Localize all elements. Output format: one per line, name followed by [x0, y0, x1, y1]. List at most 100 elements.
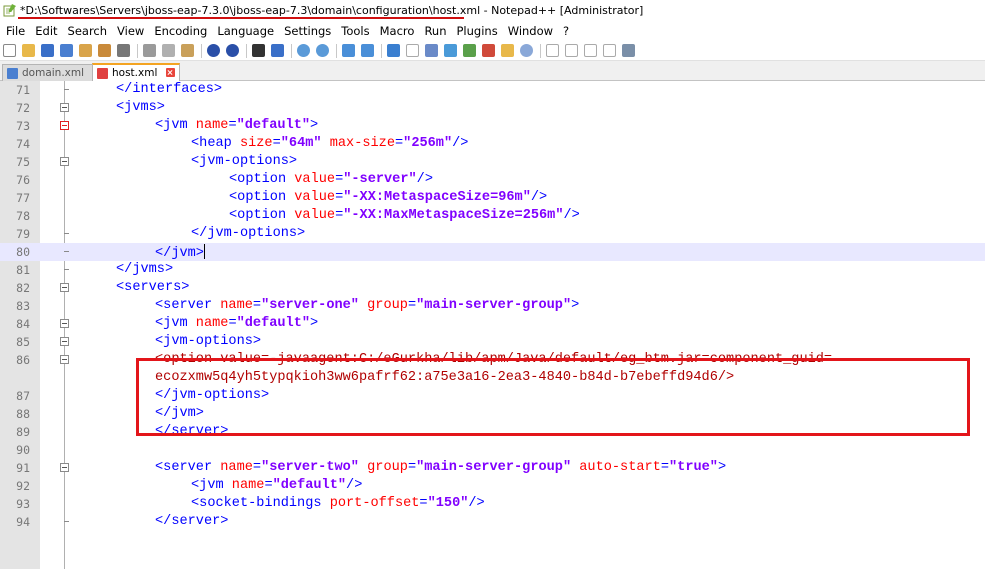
redo-icon[interactable] — [226, 44, 239, 57]
tab-label: host.xml — [112, 67, 158, 79]
code-text: <option value="-XX:MetaspaceSize=96m"/> — [229, 190, 548, 205]
find-icon[interactable] — [252, 44, 265, 57]
line-number: 72 — [16, 101, 30, 115]
line-number: 91 — [16, 461, 30, 475]
file-saved-icon — [7, 68, 18, 79]
menu-language[interactable]: Language — [217, 24, 274, 38]
show-all-chars-icon[interactable] — [406, 44, 419, 57]
code-editor[interactable]: 71 </interfaces> 72 <jvms> 73 <jvm name=… — [0, 81, 985, 569]
menu-window[interactable]: Window — [508, 24, 553, 38]
paste-icon[interactable] — [181, 44, 194, 57]
line-number: 94 — [16, 515, 30, 529]
sync-horizontal-icon[interactable] — [361, 44, 374, 57]
menu-view[interactable]: View — [117, 24, 144, 38]
menu-settings[interactable]: Settings — [284, 24, 331, 38]
undo-icon[interactable] — [207, 44, 220, 57]
line-number: 88 — [16, 407, 30, 421]
code-line: 77 <option value="-XX:MetaspaceSize=96m"… — [0, 189, 985, 207]
code-text: <jvms> — [116, 100, 165, 115]
line-number: 87 — [16, 389, 30, 403]
function-list-icon[interactable] — [482, 44, 495, 57]
line-number: 78 — [16, 209, 30, 223]
new-file-icon[interactable] — [3, 44, 16, 57]
menu-search[interactable]: Search — [68, 24, 108, 38]
code-line: 90 — [0, 441, 985, 459]
tab-domain-xml[interactable]: domain.xml — [2, 64, 107, 81]
play-macro-icon[interactable] — [584, 44, 597, 57]
menu-macro[interactable]: Macro — [380, 24, 415, 38]
menu-bar: File Edit Search View Encoding Language … — [0, 21, 985, 40]
toolbar-separator — [291, 43, 292, 58]
line-number: 90 — [16, 443, 30, 457]
tab-host-xml[interactable]: host.xml — [92, 63, 180, 81]
line-number: 75 — [16, 155, 30, 169]
fold-toggle-icon[interactable] — [60, 337, 69, 346]
code-text: <option value="-server"/> — [229, 172, 433, 187]
code-text: <jvm-options> — [191, 154, 298, 169]
fold-end-marker — [64, 89, 69, 90]
folder-as-workspace-icon[interactable] — [501, 44, 514, 57]
stop-macro-icon[interactable] — [565, 44, 578, 57]
udl-icon[interactable] — [444, 44, 457, 57]
print-icon[interactable] — [117, 44, 130, 57]
monitoring-icon[interactable] — [520, 44, 533, 57]
fold-end-marker — [64, 269, 69, 270]
close-tab-icon[interactable] — [165, 68, 175, 77]
line-number: 74 — [16, 137, 30, 151]
fold-toggle-icon[interactable] — [60, 319, 69, 328]
tab-label: domain.xml — [22, 67, 85, 79]
code-text: <jvm-options> — [155, 334, 262, 349]
file-modified-icon — [97, 68, 108, 79]
title-bar: *D:\Softwares\Servers\jboss-eap-7.3.0\jb… — [0, 0, 985, 21]
cut-icon[interactable] — [143, 44, 156, 57]
line-number: 93 — [16, 497, 30, 511]
zoom-in-icon[interactable] — [297, 44, 310, 57]
save-macro-icon[interactable] — [622, 44, 635, 57]
line-number: 77 — [16, 191, 30, 205]
word-wrap-icon[interactable] — [387, 44, 400, 57]
menu-tools[interactable]: Tools — [341, 24, 369, 38]
menu-plugins[interactable]: Plugins — [457, 24, 498, 38]
line-number: 83 — [16, 299, 30, 313]
toolbar — [0, 41, 985, 61]
fold-toggle-icon[interactable] — [60, 463, 69, 472]
line-number: 80 — [16, 245, 30, 259]
zoom-out-icon[interactable] — [316, 44, 329, 57]
annotation-highlight-box — [136, 358, 970, 436]
menu-encoding[interactable]: Encoding — [154, 24, 207, 38]
fold-end-marker — [64, 251, 69, 252]
menu-help[interactable]: ? — [563, 24, 569, 38]
record-macro-icon[interactable] — [546, 44, 559, 57]
toolbar-separator — [381, 43, 382, 58]
menu-file[interactable]: File — [6, 24, 25, 38]
fold-toggle-icon[interactable] — [60, 157, 69, 166]
code-line: 76 <option value="-server"/> — [0, 171, 985, 189]
text-caret — [203, 244, 205, 259]
code-text: </server> — [155, 514, 229, 529]
close-file-icon[interactable] — [79, 44, 92, 57]
code-line: 78 <option value="-XX:MaxMetaspaceSize=2… — [0, 207, 985, 225]
line-number: 92 — [16, 479, 30, 493]
current-code-line: 80 </jvm> — [0, 243, 985, 261]
run-macro-multiple-icon[interactable] — [603, 44, 616, 57]
replace-icon[interactable] — [271, 44, 284, 57]
open-file-icon[interactable] — [22, 44, 35, 57]
save-all-icon[interactable] — [60, 44, 73, 57]
toolbar-separator — [336, 43, 337, 58]
fold-toggle-icon[interactable] — [60, 121, 69, 130]
document-map-icon[interactable] — [463, 44, 476, 57]
menu-edit[interactable]: Edit — [35, 24, 57, 38]
code-line: 91 <server name="server-two" group="main… — [0, 459, 985, 477]
close-all-icon[interactable] — [98, 44, 111, 57]
save-icon[interactable] — [41, 44, 54, 57]
indent-guide-icon[interactable] — [425, 44, 438, 57]
code-text: <heap size="64m" max-size="256m"/> — [191, 136, 469, 151]
fold-toggle-icon[interactable] — [60, 283, 69, 292]
code-text: <server name="server-two" group="main-se… — [155, 460, 727, 475]
code-line: 73 <jvm name="default"> — [0, 117, 985, 135]
copy-icon[interactable] — [162, 44, 175, 57]
fold-toggle-icon[interactable] — [60, 355, 69, 364]
fold-toggle-icon[interactable] — [60, 103, 69, 112]
menu-run[interactable]: Run — [424, 24, 446, 38]
sync-vertical-icon[interactable] — [342, 44, 355, 57]
